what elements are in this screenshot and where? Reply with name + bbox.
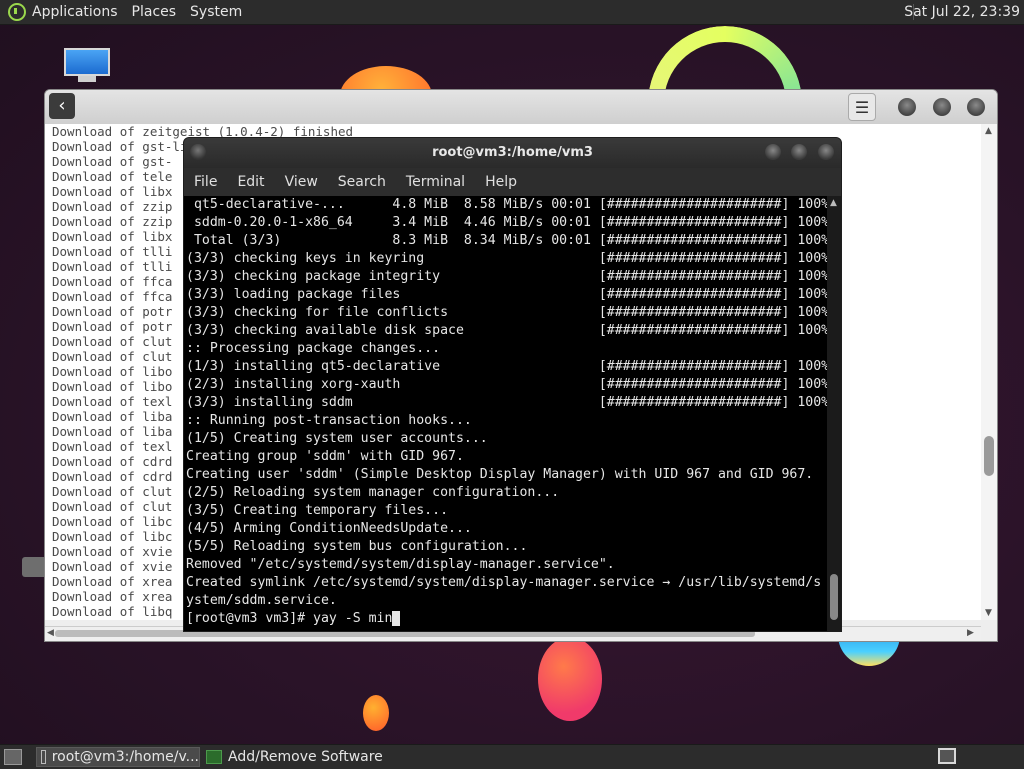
menu-help[interactable]: Help — [475, 174, 527, 190]
terminal-line: (2/5) Reloading system manager configura… — [186, 485, 560, 500]
menu-file[interactable]: File — [184, 174, 227, 190]
terminal-line: Creating group 'sddm' with GID 967. — [186, 449, 464, 464]
terminal-line: (3/3) loading package files [###########… — [186, 287, 827, 302]
scroll-left-icon[interactable]: ◀ — [47, 628, 54, 638]
terminal-line: (3/3) checking for file conflicts [#####… — [186, 305, 827, 320]
terminal-line: qt5-declarative-... 4.8 MiB 8.58 MiB/s 0… — [186, 197, 827, 212]
bottom-panel: root@vm3:/home/v... Add/Remove Software — [0, 744, 1024, 769]
minimize-button[interactable] — [898, 98, 916, 116]
terminal-line: (5/5) Reloading system bus configuration… — [186, 539, 528, 554]
workspace-switcher[interactable] — [938, 748, 956, 764]
maximize-button[interactable] — [791, 144, 807, 160]
show-desktop-icon[interactable] — [4, 749, 22, 765]
terminal-line: Total (3/3) 8.3 MiB 8.34 MiB/s 00:01 [##… — [186, 233, 827, 248]
system-menu[interactable]: System — [190, 4, 242, 20]
places-menu[interactable]: Places — [132, 4, 177, 20]
terminal-cursor — [392, 610, 401, 626]
scrollbar-thumb[interactable] — [830, 574, 838, 620]
scrollbar-thumb[interactable] — [984, 436, 994, 476]
back-arrow-icon[interactable]: ‹ — [49, 93, 75, 119]
scroll-up-icon[interactable]: ▲ — [985, 126, 992, 136]
taskbar-item-label: Add/Remove Software — [228, 749, 383, 765]
menu-view[interactable]: View — [275, 174, 328, 190]
clock[interactable]: Sat Jul 22, 23:39 — [904, 4, 1020, 20]
terminal-line: (2/3) installing xorg-xauth [###########… — [186, 377, 827, 392]
terminal-line: :: Running post-transaction hooks... — [186, 413, 472, 428]
package-icon — [206, 750, 222, 764]
terminal-line: (1/3) installing qt5-declarative [######… — [186, 359, 827, 374]
terminal-line: Created symlink /etc/systemd/system/disp… — [186, 575, 822, 590]
vertical-scrollbar[interactable]: ▲ ▼ — [981, 124, 997, 620]
terminal-icon — [41, 750, 46, 764]
terminal-title: root@vm3:/home/vm3 — [184, 138, 841, 168]
terminal-line: (4/5) Arming ConditionNeedsUpdate... — [186, 521, 472, 536]
close-button[interactable] — [818, 144, 834, 160]
menu-search[interactable]: Search — [328, 174, 396, 190]
wallpaper-grey-shape — [22, 557, 46, 577]
terminal-line: (1/5) Creating system user accounts... — [186, 431, 488, 446]
computer-desktop-icon[interactable] — [62, 46, 112, 86]
wallpaper-red-shape — [538, 637, 602, 721]
window-menu-button[interactable] — [190, 144, 206, 160]
terminal-prompt: [root@vm3 vm3]# yay -S min — [186, 611, 393, 626]
minimize-button[interactable] — [765, 144, 781, 160]
terminal-prompt-line[interactable]: [root@vm3 vm3]# yay -S min — [186, 610, 827, 628]
terminal-line: ystem/sddm.service. — [186, 593, 337, 608]
terminal-menubar: File Edit View Search Terminal Help — [184, 168, 841, 196]
applications-menu[interactable]: Applications — [32, 4, 118, 20]
terminal-line: (3/5) Creating temporary files... — [186, 503, 449, 518]
top-panel: Applications Places System Sat Jul 22, 2… — [0, 0, 1024, 25]
terminal-line: (3/3) checking keys in keyring [########… — [186, 251, 827, 266]
terminal-line: :: Processing package changes... — [186, 341, 441, 356]
distro-logo-icon[interactable] — [8, 3, 26, 21]
terminal-scrollbar[interactable]: ▲ — [827, 196, 841, 631]
hamburger-menu-icon[interactable]: ☰ — [848, 93, 876, 121]
scroll-down-icon[interactable]: ▼ — [985, 608, 992, 618]
terminal-line: (3/3) installing sddm [#################… — [186, 395, 827, 410]
monitor-stand — [78, 76, 96, 82]
terminal-line: sddm-0.20.0-1-x86_64 3.4 MiB 4.46 MiB/s … — [186, 215, 827, 230]
menu-terminal[interactable]: Terminal — [396, 174, 475, 190]
taskbar-item-terminal[interactable]: root@vm3:/home/v... — [36, 747, 200, 767]
menu-edit[interactable]: Edit — [227, 174, 274, 190]
scroll-up-icon[interactable]: ▲ — [830, 198, 837, 208]
taskbar-item-add-remove-software[interactable]: Add/Remove Software — [206, 747, 383, 767]
maximize-button[interactable] — [933, 98, 951, 116]
taskbar-item-label: root@vm3:/home/v... — [51, 749, 199, 765]
wallpaper-small-orange-shape — [363, 695, 389, 731]
terminal-line: Removed "/etc/systemd/system/display-man… — [186, 557, 615, 572]
terminal-window: root@vm3:/home/vm3 File Edit View Search… — [183, 137, 842, 632]
terminal-line: Creating user 'sddm' (Simple Desktop Dis… — [186, 467, 814, 482]
window-titlebar: ‹ ☰ — [45, 90, 997, 125]
monitor-screen — [64, 48, 110, 76]
close-button[interactable] — [967, 98, 985, 116]
scroll-right-icon[interactable]: ▶ — [967, 628, 974, 638]
terminal-line: (3/3) checking package integrity [######… — [186, 269, 827, 284]
terminal-line: (3/3) checking available disk space [###… — [186, 323, 827, 338]
terminal-output[interactable]: qt5-declarative-... 4.8 MiB 8.58 MiB/s 0… — [184, 196, 827, 631]
